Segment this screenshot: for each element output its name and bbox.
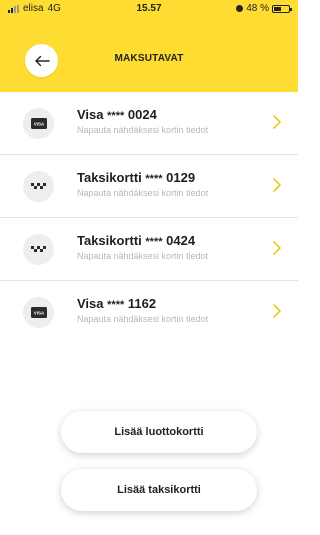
chevron-right-icon	[273, 241, 281, 255]
card-brand: Visa	[77, 296, 104, 311]
svg-text:VISA: VISA	[33, 311, 44, 316]
status-right: 48 %	[236, 3, 292, 14]
card-last4: 1162	[127, 296, 157, 311]
card-mask: ****	[107, 299, 125, 311]
card-brand: Taksikortti	[77, 170, 142, 185]
card-last4: 0024	[127, 107, 157, 122]
card-brand: Visa	[77, 107, 104, 122]
page-title: MAKSUTAVAT	[114, 53, 184, 64]
add-credit-card-button[interactable]: Lisää luottokortti	[61, 411, 257, 453]
card-mask: ****	[107, 110, 125, 122]
taxi-card-icon	[30, 245, 46, 252]
payment-card-row[interactable]: Taksikortti **** 0424 Napauta nähdäksesi…	[0, 218, 298, 281]
battery-percent: 48 %	[246, 3, 269, 14]
chevron-right-icon	[273, 178, 281, 192]
payment-card-row[interactable]: VISA Visa **** 0024 Napauta nähdäksesi k…	[0, 92, 298, 155]
chevron-right-icon	[273, 304, 281, 318]
card-title: Visa **** 1162	[77, 296, 156, 311]
alarm-icon	[236, 5, 244, 12]
card-hint: Napauta nähdäksesi kortin tiedot	[77, 125, 209, 135]
visa-card-icon: VISA	[30, 118, 47, 129]
add-taxi-card-button[interactable]: Lisää taksikortti	[61, 469, 257, 511]
card-title: Taksikortti **** 0129	[77, 170, 195, 185]
card-mask: ****	[145, 173, 163, 185]
card-last4: 0424	[166, 233, 196, 248]
card-icon-badge: VISA	[23, 108, 54, 139]
battery-icon	[272, 4, 292, 13]
card-brand: Taksikortti	[77, 233, 142, 248]
card-title: Taksikortti **** 0424	[77, 233, 195, 248]
card-icon-badge	[23, 234, 54, 265]
card-last4: 0129	[166, 170, 196, 185]
card-icon-badge	[23, 171, 54, 202]
card-title: Visa **** 0024	[77, 107, 157, 122]
app-header: elisa 4G 15.57 48 % MAKSUTAVAT	[0, 0, 298, 92]
card-icon-badge: VISA	[23, 297, 54, 328]
card-mask: ****	[145, 236, 163, 248]
payment-card-row[interactable]: Taksikortti **** 0129 Napauta nähdäksesi…	[0, 155, 298, 218]
payment-methods-list: VISA Visa **** 0024 Napauta nähdäksesi k…	[0, 92, 298, 343]
chevron-right-icon	[273, 115, 281, 129]
card-hint: Napauta nähdäksesi kortin tiedot	[77, 314, 209, 324]
card-hint: Napauta nähdäksesi kortin tiedot	[77, 188, 209, 198]
payment-card-row[interactable]: VISA Visa **** 1162 Napauta nähdäksesi k…	[0, 281, 298, 343]
card-hint: Napauta nähdäksesi kortin tiedot	[77, 251, 209, 261]
visa-card-icon: VISA	[30, 307, 47, 318]
taxi-card-icon	[30, 182, 46, 189]
status-bar: elisa 4G 15.57 48 %	[0, 0, 298, 20]
svg-text:VISA: VISA	[33, 122, 44, 127]
